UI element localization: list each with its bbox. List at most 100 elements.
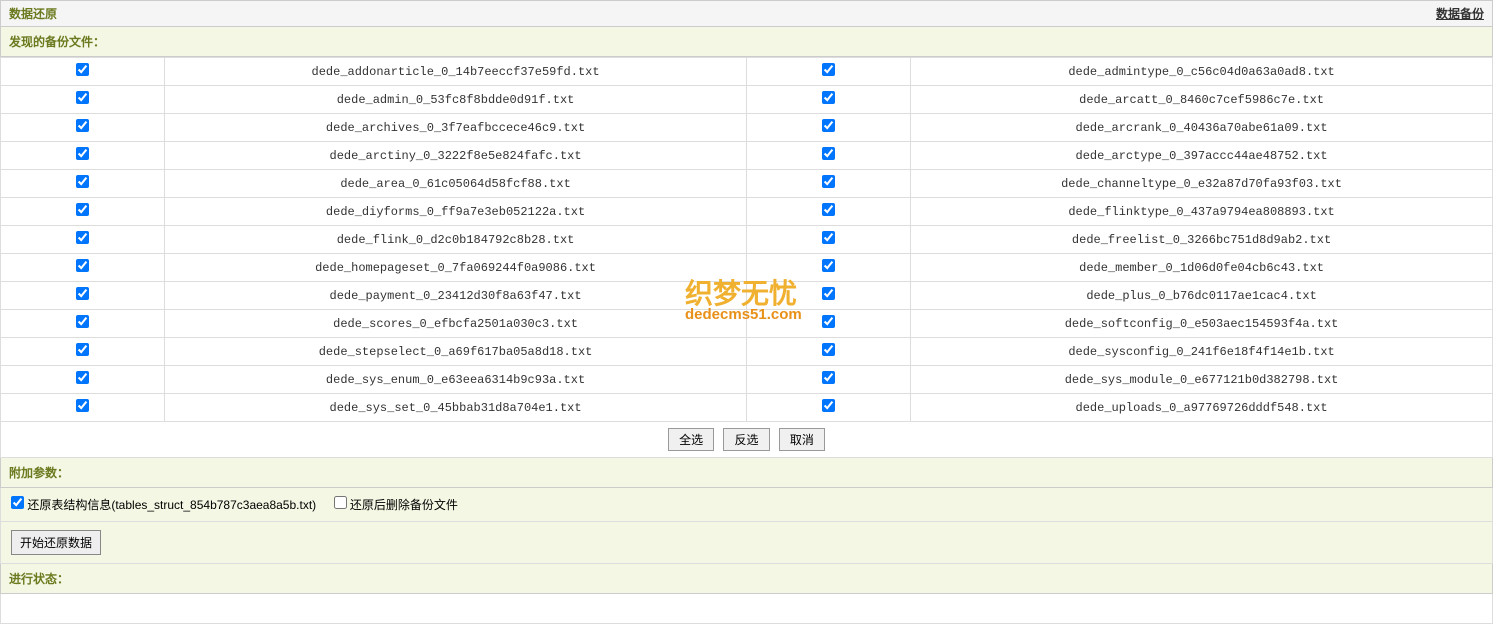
file-name-cell: dede_diyforms_0_ff9a7e3eb052122a.txt [165,198,747,226]
file-name-cell: dede_softconfig_0_e503aec154593f4a.txt [911,310,1493,338]
params-row: 还原表结构信息(tables_struct_854b787c3aea8a5b.t… [0,488,1493,522]
page-header: 数据还原 数据备份 [0,0,1493,27]
file-name-cell: dede_sys_set_0_45bbab31d8a704e1.txt [165,394,747,422]
file-checkbox-cell [1,394,165,422]
file-checkbox-cell [746,86,910,114]
file-checkbox[interactable] [822,91,835,104]
file-checkbox[interactable] [822,259,835,272]
cancel-button[interactable]: 取消 [779,428,825,451]
table-row: dede_scores_0_efbcfa2501a030c3.txt dede_s… [1,310,1493,338]
delete-after-label: 还原后删除备份文件 [350,498,458,512]
file-name-cell: dede_stepselect_0_a69f617ba05a8d18.txt [165,338,747,366]
file-checkbox[interactable] [76,119,89,132]
file-name-cell: dede_admintype_0_c56c04d0a63a0ad8.txt [911,58,1493,86]
found-files-title: 发现的备份文件： [0,27,1493,57]
file-name-cell: dede_arctype_0_397accc44ae48752.txt [911,142,1493,170]
file-checkbox[interactable] [76,63,89,76]
table-row: dede_admin_0_53fc8f8bdde0d91f.txt dede_ar… [1,86,1493,114]
page-title: 数据还原 [9,5,57,22]
file-checkbox-cell [746,170,910,198]
table-row: dede_stepselect_0_a69f617ba05a8d18.txt de… [1,338,1493,366]
file-name-cell: dede_arcrank_0_40436a70abe61a09.txt [911,114,1493,142]
delete-after-checkbox[interactable] [334,496,347,509]
file-name-cell: dede_channeltype_0_e32a87d70fa93f03.txt [911,170,1493,198]
table-row: dede_sys_set_0_45bbab31d8a704e1.txt dede_… [1,394,1493,422]
file-checkbox-cell [746,114,910,142]
file-checkbox[interactable] [76,371,89,384]
file-name-cell: dede_homepageset_0_7fa069244f0a9086.txt [165,254,747,282]
file-checkbox-cell [746,394,910,422]
file-checkbox[interactable] [76,91,89,104]
file-checkbox[interactable] [76,175,89,188]
file-name-cell: dede_plus_0_b76dc0117ae1cac4.txt [911,282,1493,310]
file-checkbox[interactable] [822,371,835,384]
file-checkbox[interactable] [822,231,835,244]
file-checkbox-cell [746,366,910,394]
file-name-cell: dede_payment_0_23412d30f8a63f47.txt [165,282,747,310]
delete-after-option[interactable]: 还原后删除备份文件 [334,498,458,512]
table-row: dede_payment_0_23412d30f8a63f47.txt dede_… [1,282,1493,310]
file-name-cell: dede_sysconfig_0_241f6e18f4f14e1b.txt [911,338,1493,366]
file-name-cell: dede_flink_0_d2c0b184792c8b28.txt [165,226,747,254]
file-name-cell: dede_flinktype_0_437a9794ea808893.txt [911,198,1493,226]
file-name-cell: dede_sys_module_0_e677121b0d382798.txt [911,366,1493,394]
invert-button[interactable]: 反选 [723,428,769,451]
file-name-cell: dede_area_0_61c05064d58fcf88.txt [165,170,747,198]
file-checkbox[interactable] [822,63,835,76]
table-row: dede_addonarticle_0_14b7eeccf37e59fd.txt… [1,58,1493,86]
table-row: dede_flink_0_d2c0b184792c8b28.txtdede_fr… [1,226,1493,254]
file-checkbox[interactable] [76,147,89,160]
file-name-cell: dede_arcatt_0_8460c7cef5986c7e.txt [911,86,1493,114]
table-row: dede_archives_0_3f7eafbccece46c9.txt dede… [1,114,1493,142]
file-checkbox-cell [746,226,910,254]
file-checkbox[interactable] [822,399,835,412]
file-checkbox-cell [746,254,910,282]
select-all-button[interactable]: 全选 [668,428,714,451]
file-name-cell: dede_addonarticle_0_14b7eeccf37e59fd.txt [165,58,747,86]
status-area [0,594,1493,624]
extra-params-title: 附加参数： [0,458,1493,488]
file-checkbox[interactable] [76,343,89,356]
file-table: dede_addonarticle_0_14b7eeccf37e59fd.txt… [0,57,1493,422]
file-checkbox[interactable] [76,259,89,272]
file-checkbox[interactable] [822,315,835,328]
backup-link[interactable]: 数据备份 [1436,5,1484,22]
file-checkbox-cell [1,338,165,366]
file-checkbox-cell [746,338,910,366]
restore-struct-checkbox[interactable] [11,496,24,509]
file-checkbox[interactable] [822,147,835,160]
file-checkbox[interactable] [822,343,835,356]
file-checkbox[interactable] [822,287,835,300]
file-checkbox[interactable] [76,203,89,216]
file-checkbox-cell [746,310,910,338]
file-checkbox[interactable] [822,119,835,132]
file-checkbox[interactable] [76,315,89,328]
file-checkbox-cell [1,114,165,142]
status-title: 进行状态： [0,564,1493,594]
restore-struct-label: 还原表结构信息(tables_struct_854b787c3aea8a5b.t… [27,498,316,512]
file-checkbox-cell [746,58,910,86]
file-name-cell: dede_scores_0_efbcfa2501a030c3.txt [165,310,747,338]
file-name-cell: dede_admin_0_53fc8f8bdde0d91f.txt [165,86,747,114]
file-checkbox-cell [1,142,165,170]
file-checkbox-cell [1,58,165,86]
file-checkbox-cell [1,198,165,226]
start-restore-button[interactable]: 开始还原数据 [11,530,101,555]
file-checkbox[interactable] [822,203,835,216]
file-name-cell: dede_sys_enum_0_e63eea6314b9c93a.txt [165,366,747,394]
file-checkbox-cell [1,282,165,310]
table-row: dede_area_0_61c05064d58fcf88.txt dede_cha… [1,170,1493,198]
selection-actions: 全选 反选 取消 [0,422,1493,458]
file-checkbox-cell [746,282,910,310]
file-checkbox[interactable] [76,231,89,244]
file-checkbox-cell [1,254,165,282]
file-checkbox[interactable] [76,399,89,412]
file-checkbox-cell [1,86,165,114]
table-row: dede_homepageset_0_7fa069244f0a9086.txtd… [1,254,1493,282]
restore-struct-option[interactable]: 还原表结构信息(tables_struct_854b787c3aea8a5b.t… [11,498,320,512]
file-name-cell: dede_uploads_0_a97769726dddf548.txt [911,394,1493,422]
file-checkbox[interactable] [76,287,89,300]
file-checkbox[interactable] [822,175,835,188]
file-name-cell: dede_archives_0_3f7eafbccece46c9.txt [165,114,747,142]
file-checkbox-cell [1,226,165,254]
